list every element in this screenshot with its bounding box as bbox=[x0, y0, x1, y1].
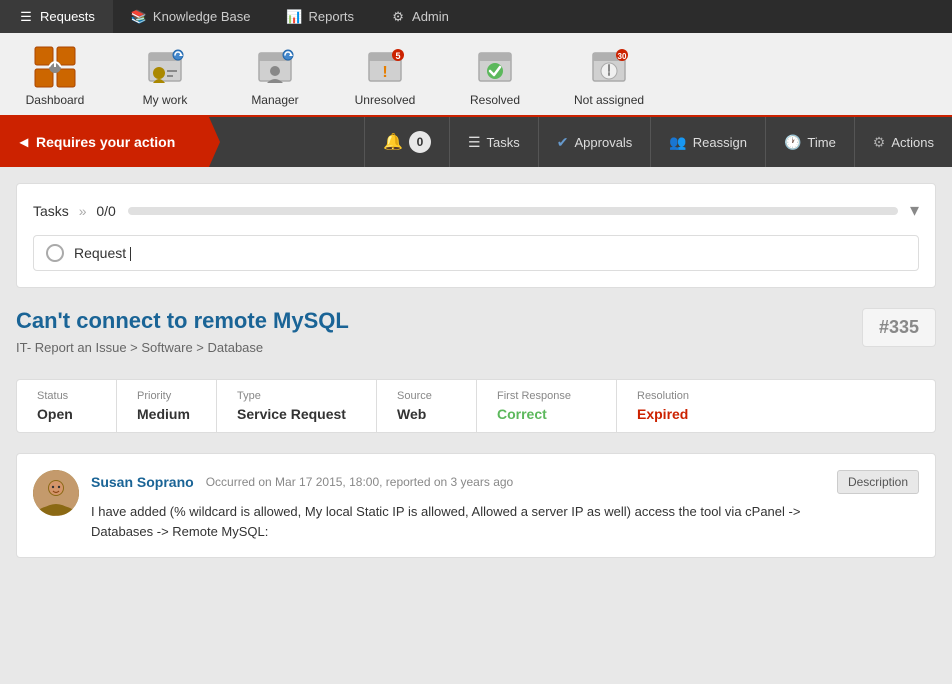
ticket-title: Can't connect to remote MySQL bbox=[16, 308, 936, 334]
first-response-label: First Response bbox=[497, 390, 596, 402]
manager-label: Manager bbox=[251, 93, 298, 107]
approvals-label: Approvals bbox=[575, 135, 633, 150]
requires-action-button[interactable]: ◂ Requires your action bbox=[0, 117, 220, 167]
actions-item[interactable]: ⚙ Actions bbox=[854, 117, 952, 167]
status-bar: Status Open Priority Medium Type Service… bbox=[16, 379, 936, 433]
notification-count: 0 bbox=[409, 131, 431, 153]
requires-action-arrow: ◂ bbox=[20, 132, 28, 152]
source-value: Web bbox=[397, 406, 456, 422]
icon-nav: Dashboard My work bbox=[0, 33, 952, 117]
nav-resolved[interactable]: Resolved bbox=[440, 39, 550, 115]
ticket-breadcrumb: IT- Report an Issue > Software > Databas… bbox=[16, 340, 936, 355]
approvals-icon: ✔ bbox=[557, 134, 569, 151]
ticket-id-badge: #335 bbox=[862, 308, 936, 347]
svg-text:30: 30 bbox=[618, 52, 627, 61]
comment-meta: Occurred on Mar 17 2015, 18:00, reported… bbox=[206, 475, 825, 489]
comment-author: Susan Soprano bbox=[91, 474, 194, 490]
resolved-icon bbox=[473, 45, 517, 89]
bell-icon: 🔔 bbox=[383, 132, 403, 152]
dashboard-label: Dashboard bbox=[26, 93, 85, 107]
status-item-type: Type Service Request bbox=[217, 380, 377, 432]
nav-item-requests[interactable]: ☰ Requests bbox=[0, 0, 113, 33]
requests-icon: ☰ bbox=[18, 9, 34, 25]
ticket-id: #335 bbox=[879, 317, 919, 337]
source-label: Source bbox=[397, 390, 456, 402]
nav-admin-label: Admin bbox=[412, 9, 449, 24]
approvals-item[interactable]: ✔ Approvals bbox=[538, 117, 651, 167]
manager-icon bbox=[253, 45, 297, 89]
actions-icon: ⚙ bbox=[873, 134, 886, 151]
time-icon: 🕐 bbox=[784, 134, 801, 151]
resolution-value: Expired bbox=[637, 406, 697, 422]
nav-requests-label: Requests bbox=[40, 9, 95, 24]
nav-not-assigned[interactable]: 30 Not assigned bbox=[550, 39, 668, 115]
ticket-section: #335 Can't connect to remote MySQL IT- R… bbox=[16, 308, 936, 558]
tasks-header: Tasks » 0/0 bbox=[33, 200, 919, 221]
main-content: Tasks » 0/0 Request #335 Can't connect t… bbox=[0, 167, 952, 574]
tasks-progress-bar bbox=[128, 207, 898, 215]
nav-unresolved[interactable]: ! 5 Unresolved bbox=[330, 39, 440, 115]
status-item-status: Status Open bbox=[17, 380, 117, 432]
comment-header: Susan Soprano Occurred on Mar 17 2015, 1… bbox=[91, 470, 919, 494]
admin-icon: ⚙ bbox=[390, 9, 406, 25]
tasks-label: Tasks bbox=[487, 135, 520, 150]
tasks-icon: ☰ bbox=[468, 134, 481, 151]
dashboard-icon bbox=[33, 45, 77, 89]
time-label: Time bbox=[807, 135, 835, 150]
reassign-icon: 👥 bbox=[669, 134, 686, 151]
description-button[interactable]: Description bbox=[837, 470, 919, 494]
nav-my-work[interactable]: My work bbox=[110, 39, 220, 115]
actions-label: Actions bbox=[891, 135, 934, 150]
nav-item-admin[interactable]: ⚙ Admin bbox=[372, 0, 467, 33]
status-item-first-response: First Response Correct bbox=[477, 380, 617, 432]
resolution-label: Resolution bbox=[637, 390, 697, 402]
status-label: Status bbox=[37, 390, 96, 402]
unresolved-icon: ! 5 bbox=[363, 45, 407, 89]
resolved-label: Resolved bbox=[470, 93, 520, 107]
tasks-title: Tasks » 0/0 bbox=[33, 203, 116, 219]
nav-knowledge-base-label: Knowledge Base bbox=[153, 9, 251, 24]
priority-value: Medium bbox=[137, 406, 196, 422]
nav-item-knowledge-base[interactable]: 📚 Knowledge Base bbox=[113, 0, 269, 33]
not-assigned-icon: 30 bbox=[587, 45, 631, 89]
unresolved-label: Unresolved bbox=[355, 93, 416, 107]
nav-manager[interactable]: Manager bbox=[220, 39, 330, 115]
reassign-item[interactable]: 👥 Reassign bbox=[650, 117, 765, 167]
not-assigned-label: Not assigned bbox=[574, 93, 644, 107]
task-radio[interactable] bbox=[46, 244, 64, 262]
my-work-label: My work bbox=[143, 93, 188, 107]
nav-reports-label: Reports bbox=[309, 9, 355, 24]
reports-icon: 📊 bbox=[287, 9, 303, 25]
nav-dashboard[interactable]: Dashboard bbox=[0, 39, 110, 115]
type-label: Type bbox=[237, 390, 356, 402]
avatar bbox=[33, 470, 79, 516]
top-nav: ☰ Requests 📚 Knowledge Base 📊 Reports ⚙ … bbox=[0, 0, 952, 33]
knowledge-base-icon: 📚 bbox=[131, 9, 147, 25]
tasks-item[interactable]: ☰ Tasks bbox=[449, 117, 538, 167]
time-item[interactable]: 🕐 Time bbox=[765, 117, 854, 167]
status-item-priority: Priority Medium bbox=[117, 380, 217, 432]
svg-text:!: ! bbox=[382, 64, 387, 81]
status-value: Open bbox=[37, 406, 96, 422]
nav-item-reports[interactable]: 📊 Reports bbox=[269, 0, 373, 33]
task-input-text: Request bbox=[74, 245, 131, 261]
notifications-item[interactable]: 🔔 0 bbox=[364, 117, 449, 167]
type-value: Service Request bbox=[237, 406, 356, 422]
status-item-resolution: Resolution Expired bbox=[617, 380, 717, 432]
requires-action-label: Requires your action bbox=[36, 134, 175, 150]
priority-label: Priority bbox=[137, 390, 196, 402]
tasks-box: Tasks » 0/0 Request bbox=[16, 183, 936, 288]
action-bar-items: 🔔 0 ☰ Tasks ✔ Approvals 👥 Reassign 🕐 Tim… bbox=[220, 117, 952, 167]
svg-text:5: 5 bbox=[395, 51, 400, 61]
status-item-source: Source Web bbox=[377, 380, 477, 432]
reassign-label: Reassign bbox=[693, 135, 747, 150]
comment-body: Susan Soprano Occurred on Mar 17 2015, 1… bbox=[91, 470, 919, 541]
action-bar: ◂ Requires your action 🔔 0 ☰ Tasks ✔ App… bbox=[0, 117, 952, 167]
tasks-collapse-button[interactable] bbox=[910, 200, 919, 221]
comment-section: Susan Soprano Occurred on Mar 17 2015, 1… bbox=[16, 453, 936, 558]
first-response-value: Correct bbox=[497, 406, 596, 422]
comment-text: I have added (% wildcard is allowed, My … bbox=[91, 502, 919, 541]
my-work-icon bbox=[143, 45, 187, 89]
task-input-row[interactable]: Request bbox=[33, 235, 919, 271]
